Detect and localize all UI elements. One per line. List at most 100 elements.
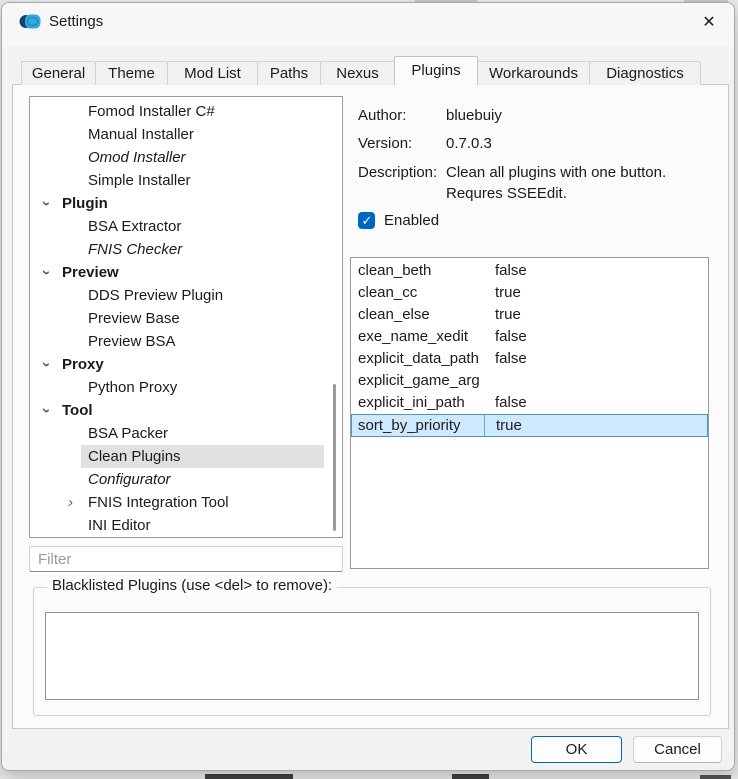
ok-button[interactable]: OK	[531, 736, 622, 763]
setting-row[interactable]: explicit_ini_path false	[351, 392, 708, 414]
enabled-row: Enabled	[358, 212, 439, 229]
setting-key: clean_else	[358, 306, 430, 323]
tree-item[interactable]: FNIS Checker	[30, 238, 342, 261]
setting-value[interactable]: true	[484, 282, 521, 304]
cancel-button[interactable]: Cancel	[633, 736, 722, 763]
setting-value[interactable]: false	[484, 392, 527, 414]
setting-key: exe_name_xedit	[358, 328, 469, 345]
chevron-icon[interactable]	[68, 491, 73, 514]
tree-item[interactable]: INI Editor	[30, 514, 342, 537]
tree-item-label: Manual Installer	[88, 126, 194, 143]
setting-value[interactable]: false	[484, 326, 527, 348]
setting-key: explicit_data_path	[358, 350, 479, 367]
tree-item-label: Preview	[62, 264, 119, 281]
tree-item-label: Python Proxy	[88, 379, 178, 396]
plugins-tab-pane: Fomod Installer C# Manual Installer Omod…	[12, 84, 729, 729]
tree-item[interactable]: Fomod Installer C#	[30, 100, 342, 123]
tab[interactable]: Plugins	[394, 56, 478, 85]
tree-item[interactable]: Tool	[30, 399, 342, 422]
description-line2: Requres SSEEdit.	[446, 185, 567, 202]
setting-key: explicit_game_arg	[358, 372, 480, 389]
blacklist-groupbox: Blacklisted Plugins (use <del> to remove…	[33, 577, 711, 716]
setting-key: sort_by_priority	[358, 415, 485, 436]
tab[interactable]: Paths	[257, 61, 321, 85]
setting-value[interactable]: false	[484, 260, 527, 282]
blacklist-list[interactable]	[45, 612, 699, 700]
tab[interactable]: Theme	[95, 61, 168, 85]
tree-item[interactable]: BSA Extractor	[30, 215, 342, 238]
description-label: Description:	[358, 164, 438, 181]
tree-item-label: Tool	[62, 402, 93, 419]
tree-item[interactable]: Python Proxy	[30, 376, 342, 399]
tree-item[interactable]: Clean Plugins	[30, 445, 342, 468]
tree-item[interactable]: Simple Installer	[30, 169, 342, 192]
tree-item-label: Plugin	[62, 195, 108, 212]
setting-row[interactable]: explicit_data_path false	[351, 348, 708, 370]
description-row: Description: Clean all plugins with one …	[358, 164, 666, 181]
setting-row[interactable]: clean_else true	[351, 304, 708, 326]
version-row: Version: 0.7.0.3	[358, 135, 492, 152]
setting-key: clean_cc	[358, 284, 418, 301]
window-title: Settings	[49, 13, 104, 30]
plugin-tree[interactable]: Fomod Installer C# Manual Installer Omod…	[29, 96, 343, 538]
tree-item-label: BSA Extractor	[88, 218, 182, 235]
setting-row[interactable]: clean_beth false	[351, 260, 708, 282]
tree-item[interactable]: Preview	[30, 261, 342, 284]
version-value: 0.7.0.3	[446, 135, 492, 152]
setting-row[interactable]: clean_cc true	[351, 282, 708, 304]
tree-item[interactable]: FNIS Integration Tool	[30, 491, 342, 514]
chevron-icon[interactable]	[35, 408, 58, 413]
setting-value[interactable]: true	[485, 415, 522, 436]
tree-item-label: Configurator	[88, 471, 171, 488]
filter-input[interactable]	[29, 546, 343, 572]
chevron-icon[interactable]	[35, 362, 58, 367]
tree-item-label: Clean Plugins	[88, 448, 181, 465]
tree-item-label: BSA Packer	[88, 425, 169, 442]
background-artifact	[700, 775, 731, 779]
tree-item-label: Preview BSA	[88, 333, 176, 350]
setting-key: explicit_ini_path	[358, 394, 465, 411]
version-label: Version:	[358, 135, 413, 152]
tree-item-label: FNIS Integration Tool	[88, 494, 229, 511]
tree-item[interactable]: Proxy	[30, 353, 342, 376]
tree-item-label: Proxy	[62, 356, 104, 373]
tab[interactable]: General	[21, 61, 96, 85]
tree-item[interactable]: Configurator	[30, 468, 342, 491]
author-row: Author: bluebuiy	[358, 107, 502, 124]
tree-item-label: Omod Installer	[88, 149, 186, 166]
blacklist-group-label: Blacklisted Plugins (use <del> to remove…	[47, 577, 338, 594]
setting-key: clean_beth	[358, 262, 432, 279]
setting-row[interactable]: sort_by_priority true	[351, 414, 708, 437]
enabled-label: Enabled	[384, 212, 440, 229]
chevron-icon[interactable]	[35, 201, 58, 206]
tab[interactable]: Diagnostics	[589, 61, 701, 85]
tree-item[interactable]: Manual Installer	[30, 123, 342, 146]
setting-value[interactable]: true	[484, 304, 521, 326]
tab[interactable]: Mod List	[167, 61, 258, 85]
tab[interactable]: Workarounds	[477, 61, 590, 85]
author-label: Author:	[358, 107, 407, 124]
tree-scrollbar[interactable]	[333, 384, 336, 531]
tree-item-label: INI Editor	[88, 517, 151, 534]
close-icon[interactable]: ✕	[692, 7, 726, 37]
tree-item[interactable]: Omod Installer	[30, 146, 342, 169]
chevron-icon[interactable]	[35, 270, 58, 275]
setting-row[interactable]: explicit_game_arg	[351, 370, 708, 392]
plugin-settings-table[interactable]: clean_beth false clean_cc true clean_else t…	[350, 257, 709, 569]
tree-item[interactable]: DDS Preview Plugin	[30, 284, 342, 307]
tab[interactable]: Nexus	[320, 61, 395, 85]
tree-item[interactable]: Preview Base	[30, 307, 342, 330]
tree-item[interactable]: Plugin	[30, 192, 342, 215]
enabled-checkbox[interactable]	[358, 212, 375, 229]
description-row2: Requres SSEEdit.	[358, 185, 567, 202]
settings-dialog: Settings ✕ General Theme Mod List Paths …	[1, 2, 735, 771]
tree-item[interactable]: Preview BSA	[30, 330, 342, 353]
app-icon	[19, 12, 41, 32]
title-bar[interactable]: Settings ✕	[2, 3, 734, 47]
setting-value[interactable]: false	[484, 348, 527, 370]
setting-row[interactable]: exe_name_xedit false	[351, 326, 708, 348]
background-artifact	[205, 774, 293, 779]
description-line1: Clean all plugins with one button.	[446, 164, 667, 181]
background-artifact	[452, 774, 489, 779]
tree-item[interactable]: BSA Packer	[30, 422, 342, 445]
